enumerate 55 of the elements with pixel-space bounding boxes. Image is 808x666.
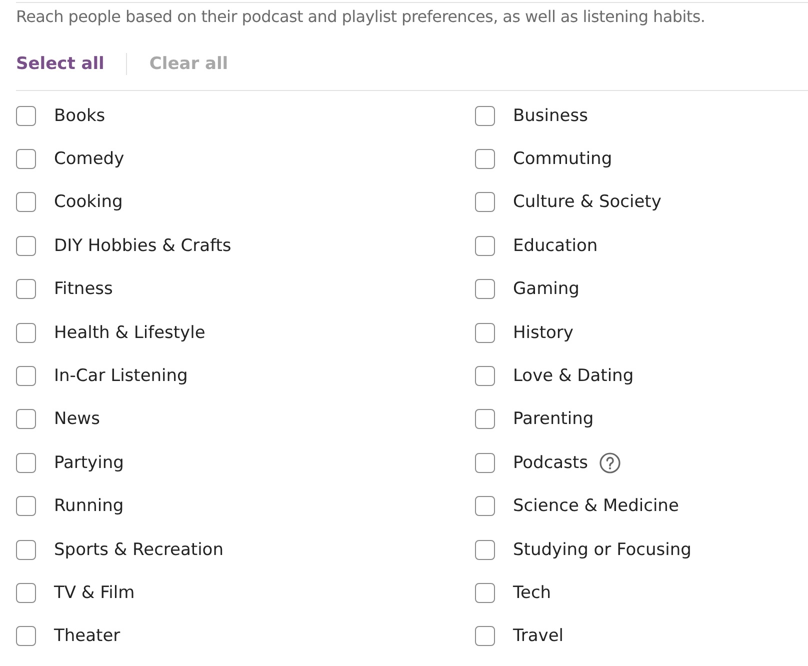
checkbox[interactable] bbox=[16, 582, 36, 603]
checkbox[interactable] bbox=[16, 496, 36, 516]
checkbox[interactable] bbox=[475, 192, 495, 212]
checkbox[interactable] bbox=[475, 149, 495, 170]
checkbox[interactable] bbox=[16, 452, 36, 473]
checkbox[interactable] bbox=[475, 409, 495, 430]
checkbox[interactable] bbox=[475, 496, 495, 516]
category-label: Travel bbox=[513, 626, 564, 646]
category-label: TV & Film bbox=[54, 582, 135, 603]
action-link[interactable]: Select all bbox=[16, 54, 104, 74]
category-label: Culture & Society bbox=[513, 192, 662, 212]
checkbox[interactable] bbox=[16, 279, 36, 300]
checkbox[interactable] bbox=[16, 236, 36, 256]
checkbox[interactable] bbox=[475, 540, 495, 560]
category-label: Love & Dating bbox=[513, 366, 634, 386]
category-label: History bbox=[513, 322, 574, 343]
checkbox[interactable] bbox=[475, 626, 495, 646]
category-label: Health & Lifestyle bbox=[54, 322, 206, 343]
category-label: Podcasts bbox=[513, 452, 588, 473]
checkbox[interactable] bbox=[16, 322, 36, 343]
checkbox[interactable] bbox=[475, 106, 495, 126]
category-label: Comedy bbox=[54, 149, 124, 170]
category-label: Tech bbox=[513, 582, 552, 603]
category-label: Commuting bbox=[513, 149, 612, 170]
category-label: Gaming bbox=[513, 279, 580, 300]
category-label: Theater bbox=[54, 626, 120, 646]
category-label: Sports & Recreation bbox=[54, 540, 224, 560]
category-label: In-Car Listening bbox=[54, 366, 188, 386]
checkbox[interactable] bbox=[475, 279, 495, 300]
category-label: Parenting bbox=[513, 409, 594, 430]
category-label: Partying bbox=[54, 452, 124, 473]
checkbox[interactable] bbox=[475, 366, 495, 386]
checkbox[interactable] bbox=[16, 106, 36, 126]
category-label: News bbox=[54, 409, 100, 430]
checkbox[interactable] bbox=[475, 236, 495, 256]
category-label: DIY Hobbies & Crafts bbox=[54, 236, 232, 256]
category-label: Science & Medicine bbox=[513, 496, 679, 516]
category-label: Business bbox=[513, 106, 588, 126]
checkbox[interactable] bbox=[16, 540, 36, 560]
category-label: Cooking bbox=[54, 192, 123, 212]
category-label: Studying or Focusing bbox=[513, 540, 692, 560]
category-label: Running bbox=[54, 496, 124, 516]
description-text: Reach people based on their podcast and playlist preferences, as well as listening habits. bbox=[16, 6, 706, 28]
checkbox[interactable] bbox=[475, 452, 495, 473]
checkbox[interactable] bbox=[16, 409, 36, 430]
category-label: Books bbox=[54, 106, 106, 126]
checkbox[interactable] bbox=[16, 149, 36, 170]
help-icon[interactable] bbox=[598, 452, 621, 474]
checkbox[interactable] bbox=[16, 366, 36, 386]
checkbox[interactable] bbox=[16, 626, 36, 646]
checkbox[interactable] bbox=[16, 192, 36, 212]
checkbox[interactable] bbox=[475, 582, 495, 603]
category-label: Education bbox=[513, 236, 598, 256]
checkbox[interactable] bbox=[475, 322, 495, 343]
category-label: Fitness bbox=[54, 279, 113, 300]
